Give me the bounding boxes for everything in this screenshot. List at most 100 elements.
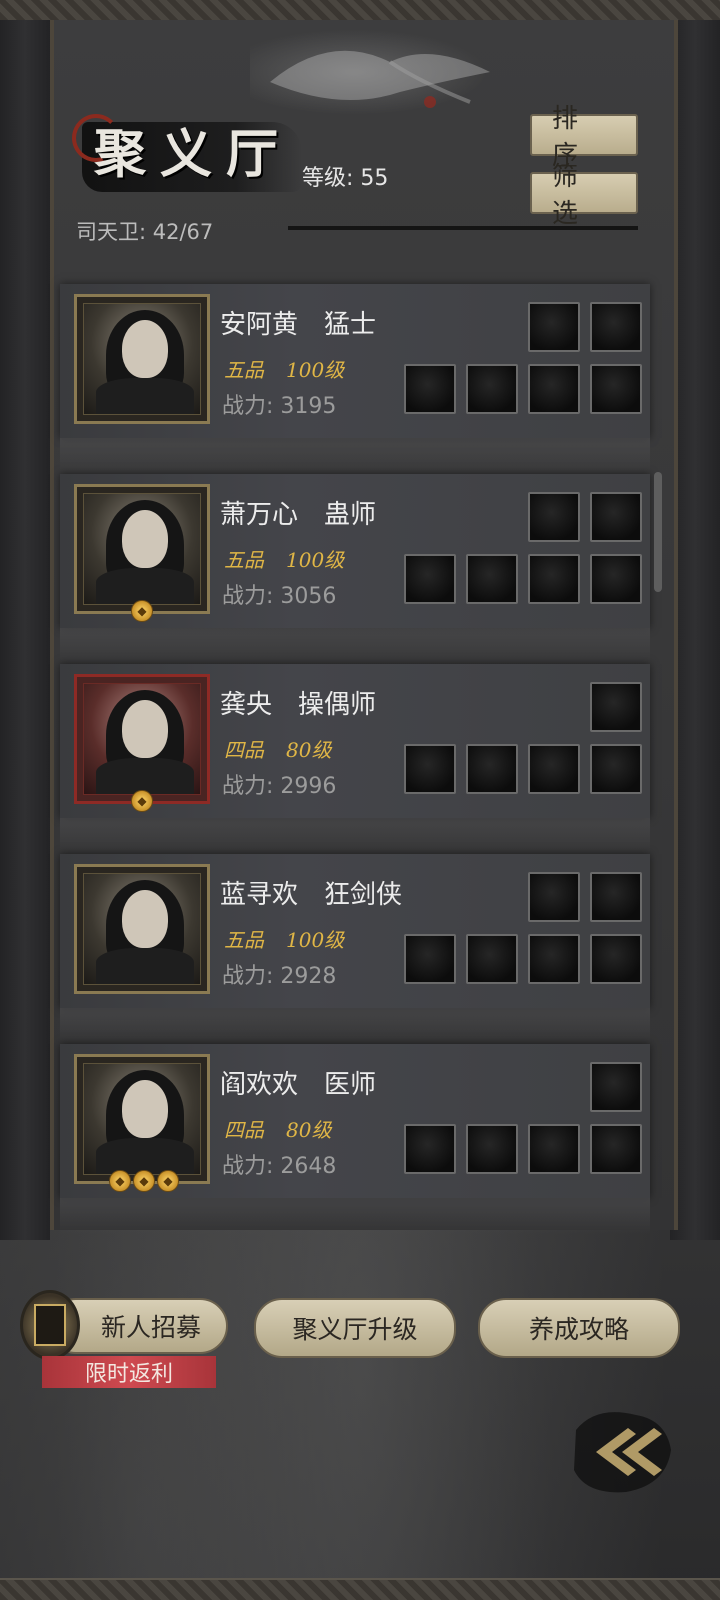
equipment-slot[interactable] [404,364,456,414]
equipment-slot[interactable] [590,1124,642,1174]
crane-icon [250,22,510,122]
equipment-slot[interactable] [590,302,642,352]
filter-button[interactable]: 筛选 [530,162,638,229]
member-name: 萧万心 蛊师 [220,500,377,530]
star-badge-icon: ◆ [131,790,153,812]
portrait-body [96,948,194,984]
member-level: 100级 [286,358,345,382]
member-portrait[interactable] [74,1054,210,1184]
left-pillar [0,20,50,1240]
member-card[interactable]: 安阿黄 猛士五品 100级战力: 3195 [60,284,650,474]
member-name: 阎欢欢 医师 [220,1070,377,1100]
member-rank: 四品 80级 [224,734,331,763]
member-level: 80级 [286,1118,332,1142]
star-badge-icon: ◆ [131,600,153,622]
hall-level: 等级: 55 [302,166,389,191]
member-power: 战力: 3056 [222,584,337,609]
equipment-slot[interactable] [590,934,642,984]
equipment-slot[interactable] [466,934,518,984]
portrait-body [96,568,194,604]
sort-button[interactable]: 排序 [530,104,638,171]
equipment-slot[interactable] [404,744,456,794]
member-name: 龚央 操偶师 [220,690,377,720]
member-card[interactable]: ◆ ◆ ◆ 阎欢欢 医师 四品 80级 战力: 2648 [60,1044,650,1234]
equipment-slot[interactable] [404,554,456,604]
portrait-art [83,873,201,985]
page-title: 聚义厅 [94,124,293,185]
portrait-face [122,510,168,568]
member-level: 80级 [286,738,332,762]
member-power: 战力: 2928 [222,964,337,989]
equipment-slot[interactable] [590,682,642,732]
equipment-slot[interactable] [466,744,518,794]
member-power: 战力: 2648 [222,1154,337,1179]
star-badge-icon: ◆ [157,1170,179,1192]
star-badges: ◆ [131,600,153,622]
portrait-face [122,320,168,378]
equipment-slot[interactable] [590,492,642,542]
hall-upgrade-button[interactable]: 聚义厅升级 [254,1298,456,1358]
member-portrait[interactable] [74,484,210,614]
member-card[interactable]: 蓝寻欢 狂剑侠五品 100级战力: 2928 [60,854,650,1044]
hall-title-emblem: 聚义厅 [72,108,312,198]
star-badge-icon: ◆ [109,1170,131,1192]
equipment-slot[interactable] [590,744,642,794]
equipment-slot[interactable] [590,872,642,922]
member-level: 100级 [286,928,345,952]
equipment-slot[interactable] [590,554,642,604]
member-name: 安阿黄 猛士 [220,310,377,340]
portrait-art [83,493,201,605]
member-portrait[interactable] [74,674,210,804]
member-level: 100级 [286,548,345,572]
equipment-slot[interactable] [528,554,580,604]
member-grade: 四品 [224,1118,264,1142]
equipment-slot[interactable] [528,934,580,984]
top-border [0,0,720,22]
star-badges: ◆ [131,790,153,812]
list-scrollbar[interactable] [654,472,662,592]
member-portrait[interactable] [74,864,210,994]
portrait-face [122,890,168,948]
equipment-slot[interactable] [590,364,642,414]
portrait-art [83,683,201,795]
equipment-slot[interactable] [466,364,518,414]
portrait-face [122,1080,168,1138]
member-portrait[interactable] [74,294,210,424]
member-name: 蓝寻欢 狂剑侠 [220,880,403,910]
member-rank: 五品 100级 [224,924,344,953]
member-grade: 五品 [224,548,264,572]
equipment-slot[interactable] [528,872,580,922]
member-power: 战力: 3195 [222,394,337,419]
member-card[interactable]: ◆ 龚央 操偶师四品 80级战力: 2996 [60,664,650,854]
back-arrow-icon[interactable] [566,1400,676,1500]
equipment-slot[interactable] [528,302,580,352]
equipment-slot[interactable] [404,934,456,984]
training-guide-button[interactable]: 养成攻略 [478,1298,680,1358]
recruit-token-icon[interactable] [20,1290,80,1360]
portrait-art [83,1063,201,1175]
member-rank: 四品 80级 [224,1114,331,1143]
member-rank: 五品 100级 [224,544,344,573]
equipment-slot[interactable] [528,1124,580,1174]
member-grade: 五品 [224,928,264,952]
member-grade: 四品 [224,738,264,762]
portrait-body [96,1138,194,1174]
portrait-face [122,700,168,758]
portrait-body [96,378,194,414]
member-power: 战力: 2996 [222,774,337,799]
promo-badge[interactable]: 限时返利 [42,1356,216,1388]
bottom-border [0,1578,720,1600]
star-badge-icon: ◆ [133,1170,155,1192]
equipment-slot[interactable] [466,1124,518,1174]
guard-count: 司天卫: 42/67 [76,220,214,244]
equipment-slot[interactable] [404,1124,456,1174]
star-badges: ◆ ◆ ◆ [109,1170,179,1192]
equipment-slot[interactable] [528,364,580,414]
equipment-slot[interactable] [528,492,580,542]
equipment-slot[interactable] [528,744,580,794]
equipment-slot[interactable] [466,554,518,604]
member-card[interactable]: ◆ 萧万心 蛊师五品 100级战力: 3056 [60,474,650,664]
equipment-slot[interactable] [590,1062,642,1112]
portrait-art [83,303,201,415]
member-grade: 五品 [224,358,264,382]
